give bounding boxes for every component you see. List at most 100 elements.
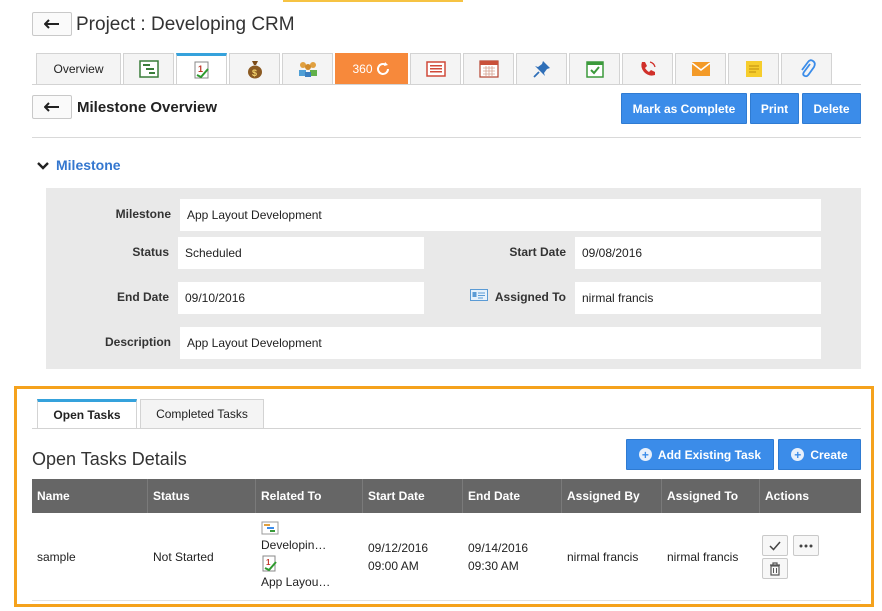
more-options-button[interactable] <box>793 535 819 556</box>
add-existing-task-button[interactable]: + Add Existing Task <box>626 439 774 470</box>
table-row: sample Not Started Developin… 1 App Layo… <box>32 513 861 601</box>
related-project-link[interactable]: Developin… <box>261 538 326 552</box>
complete-task-button[interactable] <box>762 535 788 556</box>
section-divider <box>32 137 861 138</box>
phone-icon <box>640 61 656 76</box>
task-name[interactable]: sample <box>32 513 148 600</box>
tab-overview[interactable]: Overview <box>36 53 121 84</box>
assigned-to-label: Assigned To <box>494 290 566 304</box>
tab-milestone[interactable]: 1 <box>176 53 227 84</box>
page-title: Milestone Overview <box>77 99 218 116</box>
section-title: Milestone <box>56 157 121 173</box>
paperclip-icon <box>800 59 816 78</box>
print-button[interactable]: Print <box>750 93 799 124</box>
tab-attachments[interactable] <box>781 53 832 84</box>
tab-360-label: 360 <box>352 62 373 76</box>
assigned-to-value: nirmal francis <box>575 282 821 314</box>
task-status: Not Started <box>153 549 214 564</box>
tab-notes[interactable] <box>728 53 779 84</box>
chevron-down-icon <box>37 162 49 170</box>
ellipsis-icon <box>799 544 813 547</box>
tab-budget[interactable]: $ <box>229 53 280 84</box>
column-header[interactable]: Start Date <box>363 479 463 513</box>
tab-pins[interactable] <box>516 53 567 84</box>
tab-emails[interactable] <box>675 53 726 84</box>
task-tabs-divider <box>32 428 861 429</box>
task-actions <box>760 513 861 600</box>
checkbox-calendar-icon <box>585 61 604 78</box>
back-arrow-icon <box>44 19 59 29</box>
gantt-icon <box>138 60 159 78</box>
column-header[interactable]: End Date <box>463 479 562 513</box>
invoice-icon <box>425 61 446 77</box>
contact-card-icon <box>470 289 488 301</box>
people-icon <box>298 62 317 77</box>
pin-icon <box>532 61 550 78</box>
task-assigned-to: nirmal francis <box>667 549 739 564</box>
back-arrow-icon <box>44 102 59 112</box>
top-accent-bar <box>283 0 463 2</box>
envelope-icon <box>691 62 710 76</box>
tab-team[interactable] <box>282 53 333 84</box>
column-header[interactable]: Status <box>148 479 256 513</box>
module-tab-bar: Overview 1 $ 360 <box>36 53 834 84</box>
milestone-icon: 1 <box>194 61 209 79</box>
plus-circle-icon: + <box>791 448 805 461</box>
column-header[interactable]: Assigned By <box>562 479 662 513</box>
related-milestone-link[interactable]: App Layou… <box>261 575 330 589</box>
column-header[interactable]: Name <box>32 479 148 513</box>
column-header[interactable]: Assigned To <box>662 479 760 513</box>
create-task-button[interactable]: + Create <box>778 439 861 470</box>
project-back-button[interactable] <box>32 12 72 36</box>
module-tabs-divider <box>32 84 861 85</box>
tasks-table-header: Name Status Related To Start Date End Da… <box>32 479 861 513</box>
tab-calls[interactable] <box>622 53 673 84</box>
refresh-icon <box>376 62 389 75</box>
tab-completed-tasks[interactable]: Completed Tasks <box>140 399 264 428</box>
task-start-date: 09/12/2016 <box>368 540 429 555</box>
end-date-value: 09/10/2016 <box>178 282 424 314</box>
create-task-label: Create <box>810 447 848 462</box>
task-end-date: 09/14/2016 <box>468 540 529 555</box>
task-start-time: 09:00 AM <box>368 558 419 573</box>
add-existing-task-label: Add Existing Task <box>657 447 762 462</box>
status-value: Scheduled <box>178 237 424 269</box>
sticky-note-icon <box>745 61 762 77</box>
end-date-label: End Date <box>116 290 169 304</box>
delete-button[interactable]: Delete <box>802 93 861 124</box>
gantt-icon <box>261 521 279 534</box>
tab-open-tasks[interactable]: Open Tasks <box>37 399 137 428</box>
svg-text:$: $ <box>252 68 257 78</box>
tab-tasks-calendar[interactable] <box>569 53 620 84</box>
task-assigned-by: nirmal francis <box>567 549 639 564</box>
milestone-details-panel: Milestone App Layout Development Status … <box>46 188 861 369</box>
checkmark-icon <box>769 541 781 551</box>
plus-circle-icon: + <box>638 448 652 461</box>
column-header: Actions <box>765 489 810 503</box>
calendar-icon <box>478 60 499 78</box>
tab-360[interactable]: 360 <box>335 53 408 84</box>
tab-invoices[interactable] <box>410 53 461 84</box>
mark-complete-button[interactable]: Mark as Complete <box>621 93 747 124</box>
milestone-icon: 1 <box>262 555 277 571</box>
column-header[interactable]: Related To <box>256 479 363 513</box>
tasks-section-title: Open Tasks Details <box>32 449 187 469</box>
money-bag-icon: $ <box>247 61 262 79</box>
svg-text:1: 1 <box>266 558 271 567</box>
description-label: Description <box>104 335 171 349</box>
task-end-time: 09:30 AM <box>468 558 519 573</box>
project-title: Project : Developing CRM <box>76 14 295 35</box>
tab-gantt[interactable] <box>123 53 174 84</box>
overview-back-button[interactable] <box>32 95 72 119</box>
milestone-section-toggle[interactable]: Milestone <box>37 157 121 173</box>
milestone-label: Milestone <box>115 207 171 221</box>
description-value: App Layout Development <box>180 327 821 359</box>
task-tab-bar: Open Tasks Completed Tasks <box>37 399 267 428</box>
tab-calendar[interactable] <box>463 53 514 84</box>
start-date-label: Start Date <box>509 245 566 259</box>
start-date-value: 09/08/2016 <box>575 237 821 269</box>
trash-icon <box>770 561 780 576</box>
status-label: Status <box>132 245 169 259</box>
delete-task-button[interactable] <box>762 558 788 579</box>
svg-text:1: 1 <box>198 64 203 74</box>
